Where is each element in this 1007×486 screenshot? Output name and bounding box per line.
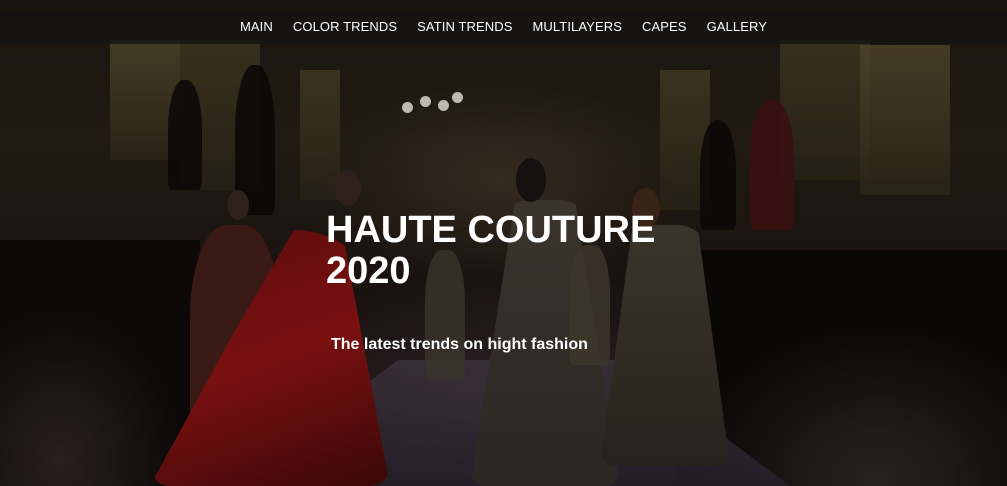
top-navigation: MAIN COLOR TRENDS SATIN TRENDS MULTILAYE… xyxy=(0,10,1007,44)
stage-light xyxy=(402,102,413,113)
stage-light xyxy=(420,96,431,107)
backdrop-panel xyxy=(300,70,340,200)
audience-left xyxy=(0,240,200,486)
hero-title: HAUTE COUTURE 2020 xyxy=(326,210,706,292)
model-head xyxy=(335,170,361,206)
nav-item-main[interactable]: MAIN xyxy=(230,10,283,44)
nav-item-gallery[interactable]: GALLERY xyxy=(697,10,777,44)
silhouette-figure xyxy=(750,100,794,230)
nav-item-multilayers[interactable]: MULTILAYERS xyxy=(523,10,632,44)
hero-title-line1: HAUTE COUTURE xyxy=(326,209,656,251)
nav-item-satin-trends[interactable]: SATIN TRENDS xyxy=(407,10,522,44)
hero-subtitle: The latest trends on hight fashion xyxy=(331,336,588,353)
stage-light xyxy=(452,92,463,103)
stage-light xyxy=(438,100,449,111)
nav-item-color-trends[interactable]: COLOR TRENDS xyxy=(283,10,407,44)
model-head xyxy=(227,190,249,220)
backdrop-panel xyxy=(860,45,950,195)
nav-item-capes[interactable]: CAPES xyxy=(632,10,697,44)
model-head xyxy=(516,158,546,202)
silhouette-figure xyxy=(168,80,202,190)
hero-title-line2: 2020 xyxy=(326,250,411,292)
